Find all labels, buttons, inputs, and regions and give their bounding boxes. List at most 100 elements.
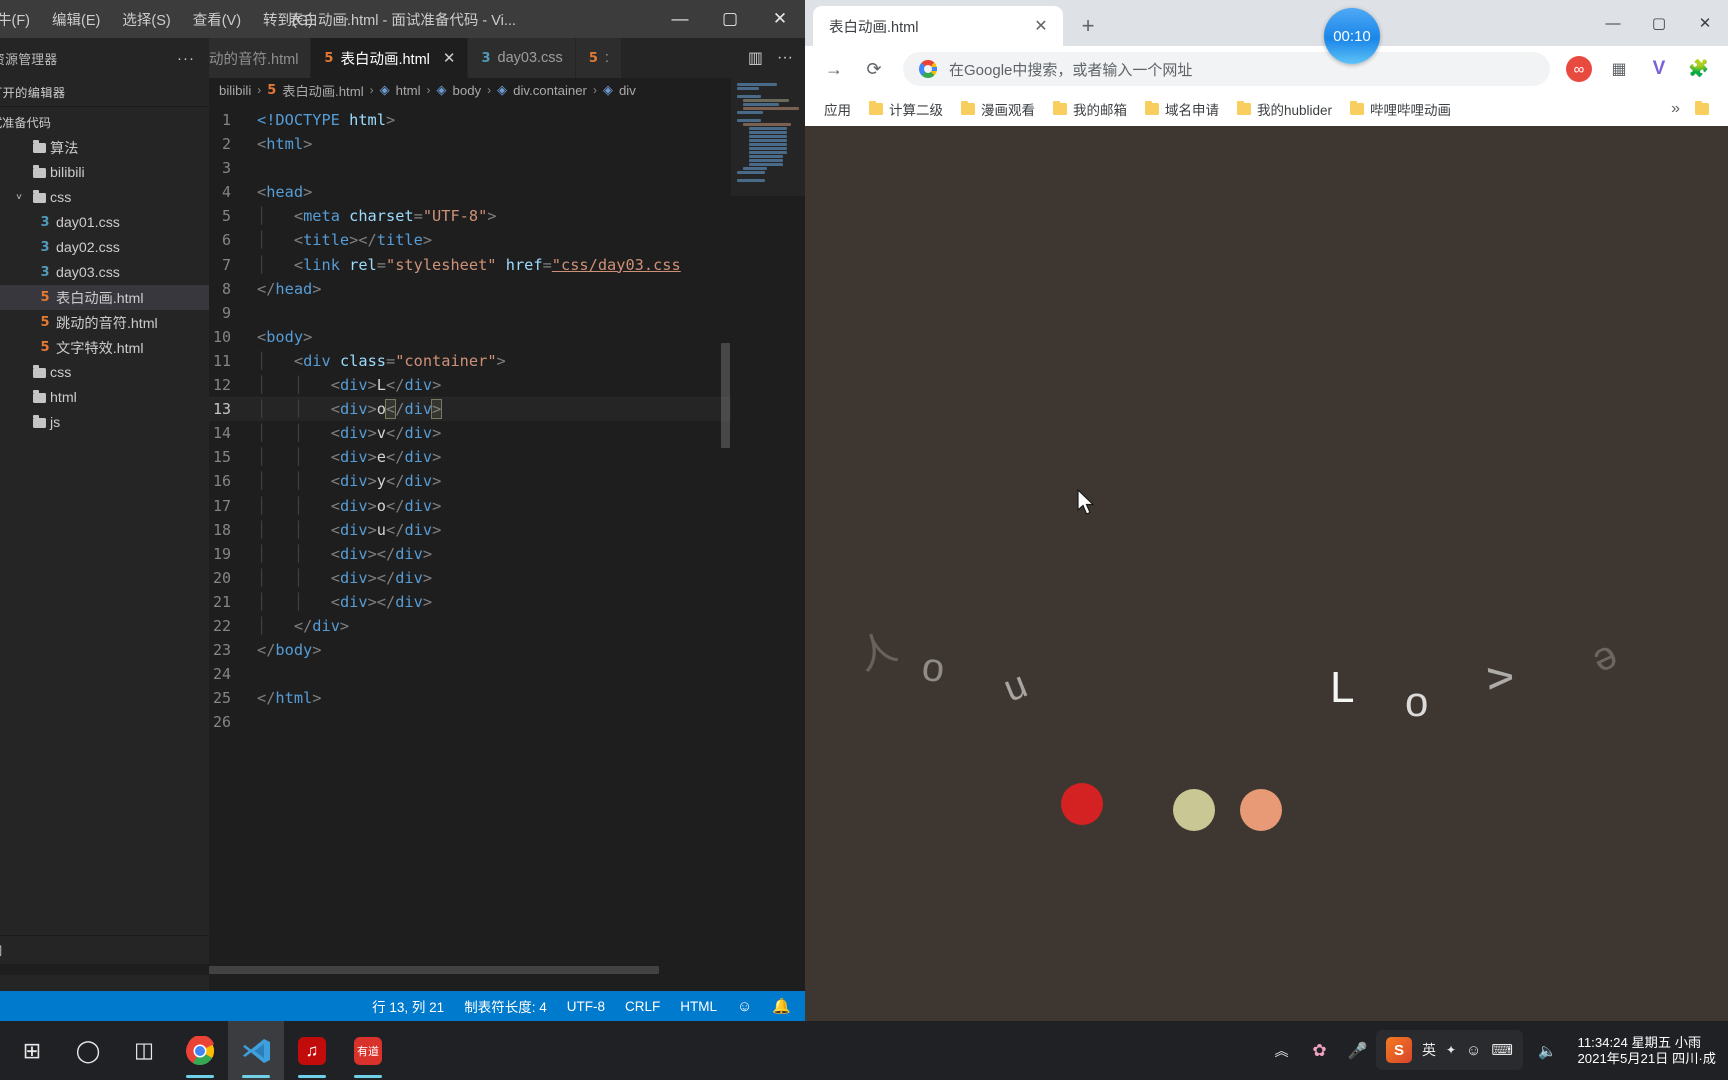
grid-extension-icon[interactable]: ▦ [1602, 52, 1636, 86]
bookmark-wodehublider[interactable]: 我的hublider [1228, 95, 1341, 123]
explorer-item-day03css[interactable]: 3 day03.css [0, 260, 209, 285]
statusbar-encoding[interactable]: UTF-8 [567, 999, 605, 1014]
editor-tab-tiaodongdeyinfu[interactable]: 动的音符.html [209, 38, 312, 78]
bookmark-yumingshenqing[interactable]: 域名申请 [1136, 95, 1228, 123]
start-button[interactable]: ⊞ [4, 1021, 60, 1080]
chrome-taskbar-icon[interactable] [172, 1021, 228, 1080]
breadcrumb-item-project[interactable]: bilibili [219, 83, 251, 98]
statusbar-tab-size[interactable]: 制表符长度: 4 [464, 996, 547, 1016]
menu-edit[interactable]: 编辑(E) [41, 5, 111, 34]
menu-view[interactable]: 查看(V) [182, 5, 252, 34]
editor-more-actions-icon[interactable]: ··· [777, 49, 793, 67]
explorer-item-day02css[interactable]: 3 day02.css [0, 235, 209, 260]
split-editor-icon[interactable]: ▥ [748, 48, 763, 68]
omnibox[interactable]: 在Google中搜索，或者输入一个网址 [903, 52, 1550, 86]
scrollbar-thumb[interactable] [721, 343, 730, 448]
puzzle-extension-icon[interactable]: 🧩 [1682, 52, 1716, 86]
youdao-taskbar-icon[interactable]: 有道 [340, 1021, 396, 1080]
microphone-tray-icon[interactable]: 🎤 [1345, 1039, 1369, 1063]
explorer-outline-section[interactable]: 纲 [0, 935, 209, 964]
volume-tray-icon[interactable]: 🔈 [1535, 1039, 1559, 1063]
sogou-ime-bar[interactable]: S 英 ✦ ☺ ⌨ [1375, 1030, 1523, 1070]
sogou-input-icon[interactable]: S [1385, 1037, 1412, 1063]
editor-minimap[interactable] [731, 78, 805, 964]
chrome-maximize-button[interactable]: ▢ [1636, 0, 1682, 46]
timer-badge[interactable]: 00:10 [1324, 8, 1380, 64]
explorer-item-css-folder[interactable]: ˅ css [0, 185, 209, 210]
chrome-tab-active[interactable]: 表白动画.html ✕ [813, 6, 1063, 46]
editor-horizontal-scrollbar[interactable] [0, 964, 805, 975]
breadcrumb-item-body[interactable]: body [453, 83, 482, 98]
vscode-minimize-button[interactable]: — [655, 0, 705, 38]
explorer-project-root[interactable]: 试准备代码 [0, 107, 209, 135]
bookmark-apps[interactable]: 应用 [815, 95, 860, 123]
explorer-item-bilibili[interactable]: bilibili [0, 160, 209, 185]
menu-selection[interactable]: 选择(S) [111, 5, 181, 34]
vscode-maximize-button[interactable]: ▢ [705, 0, 755, 38]
code-editor[interactable]: bilibili › 5 表白动画.html › ◈ html › ◈ body… [209, 78, 805, 964]
chrome-close-button[interactable]: ✕ [1682, 0, 1728, 46]
breadcrumb-item-file[interactable]: 表白动画.html [282, 81, 363, 100]
ime-sun-icon[interactable]: ✦ [1446, 1043, 1456, 1057]
bookmark-partial[interactable] [1686, 99, 1718, 119]
show-hidden-icons-chevron[interactable]: ︽ [1269, 1039, 1293, 1063]
new-tab-button[interactable]: + [1071, 9, 1105, 43]
bookmark-label: 计算二级 [889, 103, 943, 118]
code-content[interactable]: 1 <!DOCTYPE html> 2 <html> 3 4 <head> 5 │ <m… [209, 102, 805, 734]
ime-chinese-indicator[interactable]: 英 [1422, 1040, 1436, 1060]
smiley-icon[interactable]: ☺ [737, 998, 752, 1015]
editor-tab-close-icon[interactable]: ✕ [443, 49, 456, 67]
chrome-minimize-button[interactable]: — [1590, 0, 1636, 46]
task-view-icon[interactable]: ◫ [116, 1021, 172, 1080]
bookmarks-overflow-icon[interactable]: » [1665, 100, 1686, 118]
flower-tray-icon[interactable]: ✿ [1307, 1039, 1331, 1063]
statusbar-eol[interactable]: CRLF [625, 999, 660, 1014]
forward-button[interactable]: → [817, 52, 851, 86]
chrome-window: 表白动画.html ✕ + 00:10 — ▢ ✕ → ⟳ 在Google中搜索… [805, 0, 1728, 1021]
hscrollbar-thumb[interactable] [209, 966, 659, 974]
taskbar-clock[interactable]: 11:34:24 星期五 小雨 2021年5月21日 四川·成 [1573, 1035, 1716, 1067]
explorer-item-day01css[interactable]: 3 day01.css [0, 210, 209, 235]
ime-smiley-icon[interactable]: ☺ [1466, 1042, 1481, 1059]
menu-goto[interactable]: 转到(G) [252, 5, 324, 34]
bookmark-manhuaguankan[interactable]: 漫画观看 [952, 95, 1044, 123]
netease-music-taskbar-icon[interactable]: ♫ [284, 1021, 340, 1080]
v-extension-icon[interactable]: V [1642, 52, 1676, 86]
editor-vertical-scrollbar[interactable] [720, 78, 731, 964]
explorer-open-editors-section[interactable]: 打开的编辑器 [0, 78, 209, 107]
explorer-item-tiaodongdeyinfu-html[interactable]: 5 跳动的音符.html [0, 310, 209, 335]
explorer-item-biaobaidonghua-html[interactable]: 5 表白动画.html [0, 285, 209, 310]
page-viewport[interactable]: 人 o u L o v e [805, 126, 1728, 1021]
explorer-item-suanfa[interactable]: 算法 [0, 135, 209, 160]
menu-file[interactable]: 牛(F) [0, 5, 41, 34]
bookmark-wodeyouxiang[interactable]: 我的邮箱 [1044, 95, 1136, 123]
vscode-close-button[interactable]: ✕ [755, 0, 805, 38]
cortana-search-icon[interactable]: ◯ [60, 1021, 116, 1080]
code-line: 20 │ │ <div></div> [209, 566, 805, 590]
explorer-item-html-folder[interactable]: html [0, 385, 209, 410]
chevron-down-icon[interactable]: ˅ [10, 192, 28, 203]
editor-tab-biaobaidonghua[interactable]: 5 表白动画.html ✕ [311, 38, 469, 78]
explorer-more-icon[interactable]: ··· [177, 50, 195, 67]
code-line: 11 │ <div class="container"> [209, 349, 805, 373]
breadcrumb-item-container[interactable]: div.container [513, 83, 587, 98]
explorer-item-css-folder-2[interactable]: css [0, 360, 209, 385]
editor-tab-overflow[interactable]: 5 : [575, 38, 622, 78]
mouse-cursor-icon [1077, 489, 1095, 515]
bell-icon[interactable]: 🔔 [772, 997, 791, 1015]
statusbar-language-mode[interactable]: HTML [680, 999, 717, 1014]
menu-more-icon[interactable]: ··· [324, 7, 361, 31]
breadcrumb-item-html[interactable]: html [396, 83, 421, 98]
vscode-taskbar-icon[interactable] [228, 1021, 284, 1080]
bookmark-bilibilidonghua[interactable]: 哔哩哔哩动画 [1341, 95, 1460, 123]
explorer-item-wenzitexiao-html[interactable]: 5 文字特效.html [0, 335, 209, 360]
reload-button[interactable]: ⟳ [857, 52, 891, 86]
chrome-tab-close-icon[interactable]: ✕ [1029, 16, 1053, 36]
ime-keyboard-icon[interactable]: ⌨ [1491, 1041, 1513, 1059]
statusbar-cursor-position[interactable]: 行 13, 列 21 [372, 996, 444, 1016]
breadcrumb-item-div[interactable]: div [619, 83, 636, 98]
editor-tab-day03css[interactable]: 3 day03.css [468, 38, 576, 78]
explorer-item-js-folder[interactable]: js [0, 410, 209, 435]
infinity-extension-icon[interactable]: ∞ [1562, 52, 1596, 86]
bookmark-jisuanerji[interactable]: 计算二级 [860, 95, 952, 123]
